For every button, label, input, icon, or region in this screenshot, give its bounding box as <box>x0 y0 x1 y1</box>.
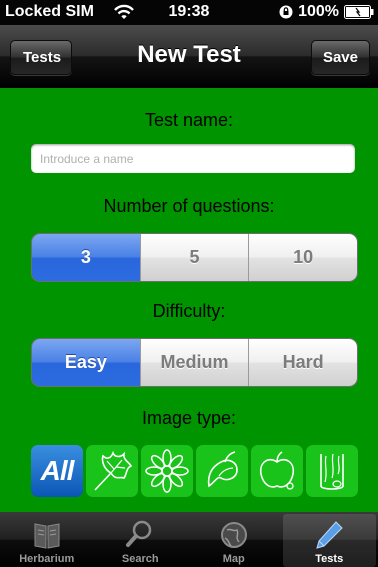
battery-status: 100% <box>279 3 374 21</box>
battery-icon <box>344 5 374 19</box>
difficulty-option-hard[interactable]: Hard <box>248 339 357 386</box>
search-icon <box>126 520 152 547</box>
tab-map-label: Map <box>222 553 245 565</box>
test-name-label: Test name: <box>144 110 234 130</box>
image-type-leaf[interactable] <box>86 445 138 497</box>
questions-option-10[interactable]: 10 <box>248 234 357 281</box>
questions-option-3[interactable]: 3 <box>32 234 140 281</box>
tab-search-label: Search <box>121 553 159 565</box>
app-screen: Locked SIM 19:38 100% New Test Tests Sav… <box>0 0 378 567</box>
tab-tests-label: Tests <box>315 553 344 565</box>
image-type-fruit[interactable] <box>251 445 303 497</box>
back-button-label: Tests <box>23 49 62 66</box>
tab-bar: Herbarium Search Map Tests <box>0 512 378 567</box>
tab-search[interactable]: Search <box>94 512 188 567</box>
questions-label: Number of questions: <box>103 196 275 216</box>
tab-tests[interactable]: Tests <box>282 514 376 567</box>
difficulty-label: Difficulty: <box>152 301 226 321</box>
image-type-bark[interactable] <box>306 445 358 497</box>
navigation-bar: New Test Tests Save <box>0 25 378 88</box>
image-type-all[interactable]: All <box>31 445 83 497</box>
questions-option-5[interactable]: 5 <box>139 234 249 281</box>
image-type-selector: All <box>31 445 359 497</box>
pencil-icon <box>316 521 343 549</box>
test-form: Test name: Number of questions: 3 5 10 D… <box>0 88 378 512</box>
flower-icon <box>145 449 189 493</box>
seed-pod-icon <box>207 451 238 488</box>
leaf-icon <box>94 450 133 491</box>
fruit-icon <box>259 451 295 490</box>
questions-selector: 3 5 10 <box>31 233 358 282</box>
tab-herbarium-label: Herbarium <box>19 553 75 565</box>
image-type-label: Image type: <box>141 408 237 428</box>
tab-herbarium[interactable]: Herbarium <box>0 512 94 567</box>
status-bar: Locked SIM 19:38 100% <box>0 0 378 25</box>
image-type-flower[interactable] <box>141 445 193 497</box>
battery-percent: 100% <box>298 3 339 20</box>
difficulty-option-medium[interactable]: Medium <box>139 339 249 386</box>
bark-icon <box>320 453 344 490</box>
save-button[interactable]: Save <box>310 40 370 75</box>
back-button[interactable]: Tests <box>10 40 73 75</box>
difficulty-selector: Easy Medium Hard <box>31 338 358 387</box>
difficulty-option-easy[interactable]: Easy <box>32 339 140 386</box>
image-type-seed-pod[interactable] <box>196 445 248 497</box>
tab-map[interactable]: Map <box>187 512 281 567</box>
test-name-input[interactable] <box>31 144 355 173</box>
globe-icon <box>220 522 247 548</box>
orientation-lock-icon <box>279 5 293 19</box>
book-icon <box>34 523 60 549</box>
